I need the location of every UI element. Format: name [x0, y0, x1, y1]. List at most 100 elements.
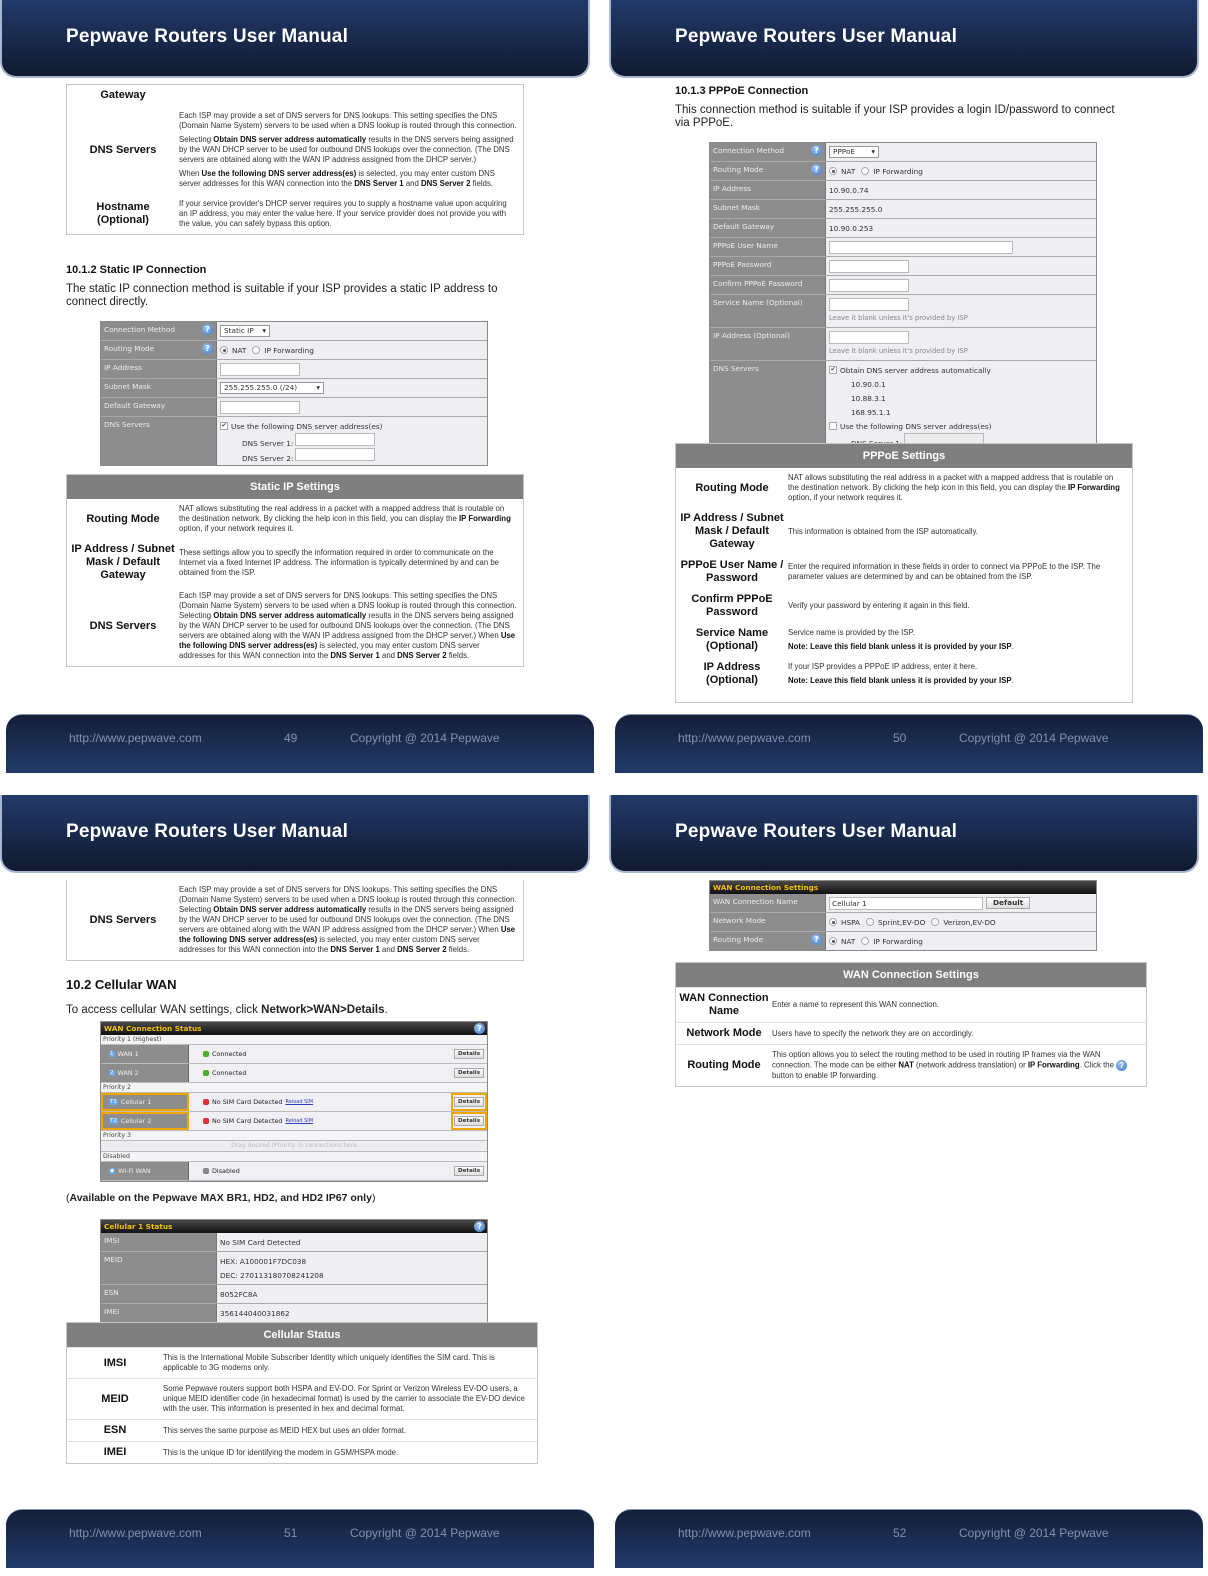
text-input[interactable]: Cellular 1: [829, 896, 983, 910]
dns-server-input[interactable]: [295, 433, 376, 446]
value-line: 255.255.255.0 (/24) ▾: [220, 381, 484, 395]
text-input[interactable]: [220, 362, 300, 376]
settings-value: HEX: A100001F7DC038 DEC: 2701131807082412…: [217, 1252, 487, 1284]
settings-value: [826, 276, 1096, 294]
help-icon[interactable]: ?: [474, 1023, 485, 1034]
details-button[interactable]: Details: [453, 1166, 485, 1176]
value-line: DNS Server 2:: [220, 448, 484, 463]
page-footer: http://www.pepwave.com 51 Copyright @ 20…: [6, 1509, 594, 1568]
radio-button[interactable]: [829, 167, 837, 175]
settings-row: WAN Connection Name Cellular 1 Default: [710, 894, 1096, 913]
radio-button[interactable]: [220, 346, 228, 354]
reload-sim-link[interactable]: Reload SIM: [286, 1099, 314, 1105]
checkbox[interactable]: ✔: [220, 422, 228, 430]
select-dropdown[interactable]: PPPoE ▾: [829, 146, 879, 158]
description-paragraph: Each ISP may provide a set of DNS server…: [179, 591, 517, 661]
header-title: Pepwave Routers User Manual: [675, 26, 958, 47]
text-input[interactable]: [829, 297, 909, 311]
status-indicator-icon: [203, 1099, 209, 1105]
text: .: [1011, 642, 1014, 651]
radio-button[interactable]: [861, 167, 870, 175]
connection-name-cell[interactable]: T2 Cellular 2: [101, 1112, 189, 1130]
connection-name-cell[interactable]: ◆ Wi-Fi WAN: [101, 1162, 189, 1180]
dns-server-input[interactable]: [295, 448, 376, 461]
label-text: PPPoE User Name: [713, 241, 778, 250]
radio-button[interactable]: [829, 937, 837, 945]
status-indicator-icon: [203, 1168, 209, 1174]
field-label: DNS Server 1:: [242, 439, 294, 448]
help-icon[interactable]: ?: [811, 145, 822, 156]
bold-text: DNS Server 2: [397, 945, 447, 954]
page-number: 51: [284, 1526, 298, 1540]
checkbox[interactable]: ✔: [829, 366, 837, 374]
value-line: ✔ Use the following DNS server address(es…: [220, 419, 484, 433]
help-icon[interactable]: ?: [202, 324, 213, 335]
wan-connection-row[interactable]: T2 Cellular 2 No SIM Card Detected Reload S…: [101, 1112, 487, 1131]
wan-number-badge: T1: [109, 1099, 118, 1105]
label-text: Subnet Mask: [104, 382, 151, 391]
details-button[interactable]: Details: [453, 1097, 485, 1107]
value-line: Static IP ▾: [220, 324, 484, 338]
bold-text: Obtain DNS server address automatically: [213, 611, 367, 620]
text-input[interactable]: [829, 240, 1013, 254]
description-paragraph: Each ISP may provide a set of DNS server…: [179, 885, 517, 955]
value-line: NAT IP Forwarding: [829, 934, 1093, 948]
settings-value: 10.90.0.74: [826, 181, 1096, 199]
text-input[interactable]: [829, 259, 909, 273]
details-button[interactable]: Details: [453, 1068, 485, 1078]
text-input[interactable]: [829, 278, 909, 292]
settings-value: No SIM Card Detected: [217, 1233, 487, 1251]
page-49: Pepwave Routers User Manual Gateway DNS S…: [0, 0, 594, 773]
reload-sim-link[interactable]: Reload SIM: [286, 1118, 314, 1124]
radio-label: NAT: [232, 345, 247, 355]
footer-url[interactable]: http://www.pepwave.com: [678, 731, 811, 745]
connection-status: No SIM Card Detected Reload SIM: [189, 1112, 451, 1130]
row-description: Some Pepwave routers support both HSPA a…: [163, 1383, 537, 1415]
radio-button[interactable]: [829, 918, 837, 926]
table-row: Network Mode Users have to specify the ne…: [676, 1022, 1146, 1044]
wan-connection-row[interactable]: ◆ Wi-Fi WAN Disabled Details: [101, 1162, 487, 1181]
table-row: Routing Mode This option allows you to se…: [676, 1044, 1146, 1086]
footer-url[interactable]: http://www.pepwave.com: [69, 731, 202, 745]
settings-value: Leave it blank unless it's provided by I…: [826, 328, 1096, 360]
select-dropdown[interactable]: 255.255.255.0 (/24) ▾: [220, 382, 324, 394]
footer-url[interactable]: http://www.pepwave.com: [69, 1526, 202, 1540]
connection-name-cell[interactable]: 1 WAN 1: [101, 1045, 189, 1063]
connection-name-cell[interactable]: 2 WAN 2: [101, 1064, 189, 1082]
settings-row: IP Address 10.90.0.74: [710, 181, 1096, 200]
radio-button[interactable]: [252, 346, 261, 354]
help-icon[interactable]: ?: [202, 343, 213, 354]
radio-button[interactable]: [861, 937, 870, 945]
radio-button[interactable]: [866, 918, 875, 926]
radio-button[interactable]: [931, 918, 940, 926]
settings-value: [217, 398, 487, 416]
help-icon[interactable]: ?: [474, 1221, 485, 1232]
text: This serves the same purpose as MEID HEX…: [163, 1425, 407, 1435]
row-description: Enter the required information in these …: [788, 561, 1132, 583]
bold-text: IP Forwarding: [1067, 483, 1120, 492]
help-icon[interactable]: ?: [811, 164, 822, 175]
row-label: DNS Servers: [89, 913, 157, 926]
footer-url[interactable]: http://www.pepwave.com: [678, 1526, 811, 1540]
text-input[interactable]: [829, 330, 909, 344]
text-input[interactable]: [220, 400, 300, 414]
status-text: Disabled: [212, 1167, 240, 1175]
wan-connection-row[interactable]: 1 WAN 1 Connected Details: [101, 1045, 487, 1064]
help-icon[interactable]: ?: [811, 934, 822, 945]
details-button[interactable]: Details: [453, 1116, 485, 1126]
select-dropdown[interactable]: Static IP ▾: [220, 325, 270, 337]
value-line: [220, 362, 484, 376]
default-button[interactable]: Default: [986, 897, 1031, 909]
row-label: IP Address / Subnet Mask / Default Gatew…: [680, 512, 784, 550]
wan-connection-row[interactable]: 2 WAN 2 Connected Details: [101, 1064, 487, 1083]
checkbox[interactable]: [829, 422, 837, 430]
wan-connection-row[interactable]: T1 Cellular 1 No SIM Card Detected Reload S…: [101, 1093, 487, 1112]
table-row: PPPoE User Name / Password Enter the requ…: [676, 555, 1132, 589]
drop-zone[interactable]: Drag desired (Priority 3) connections he…: [101, 1141, 487, 1152]
settings-row: Service Name (Optional) Leave it blank un…: [710, 295, 1096, 328]
table-row: WAN Connection Name Enter a name to repre…: [676, 987, 1146, 1022]
details-button[interactable]: Details: [453, 1049, 485, 1059]
bold-text: IP Forwarding: [1027, 1060, 1080, 1070]
connection-name-cell[interactable]: T1 Cellular 1: [101, 1093, 189, 1111]
bold-text: DNS Server 2: [421, 179, 471, 188]
